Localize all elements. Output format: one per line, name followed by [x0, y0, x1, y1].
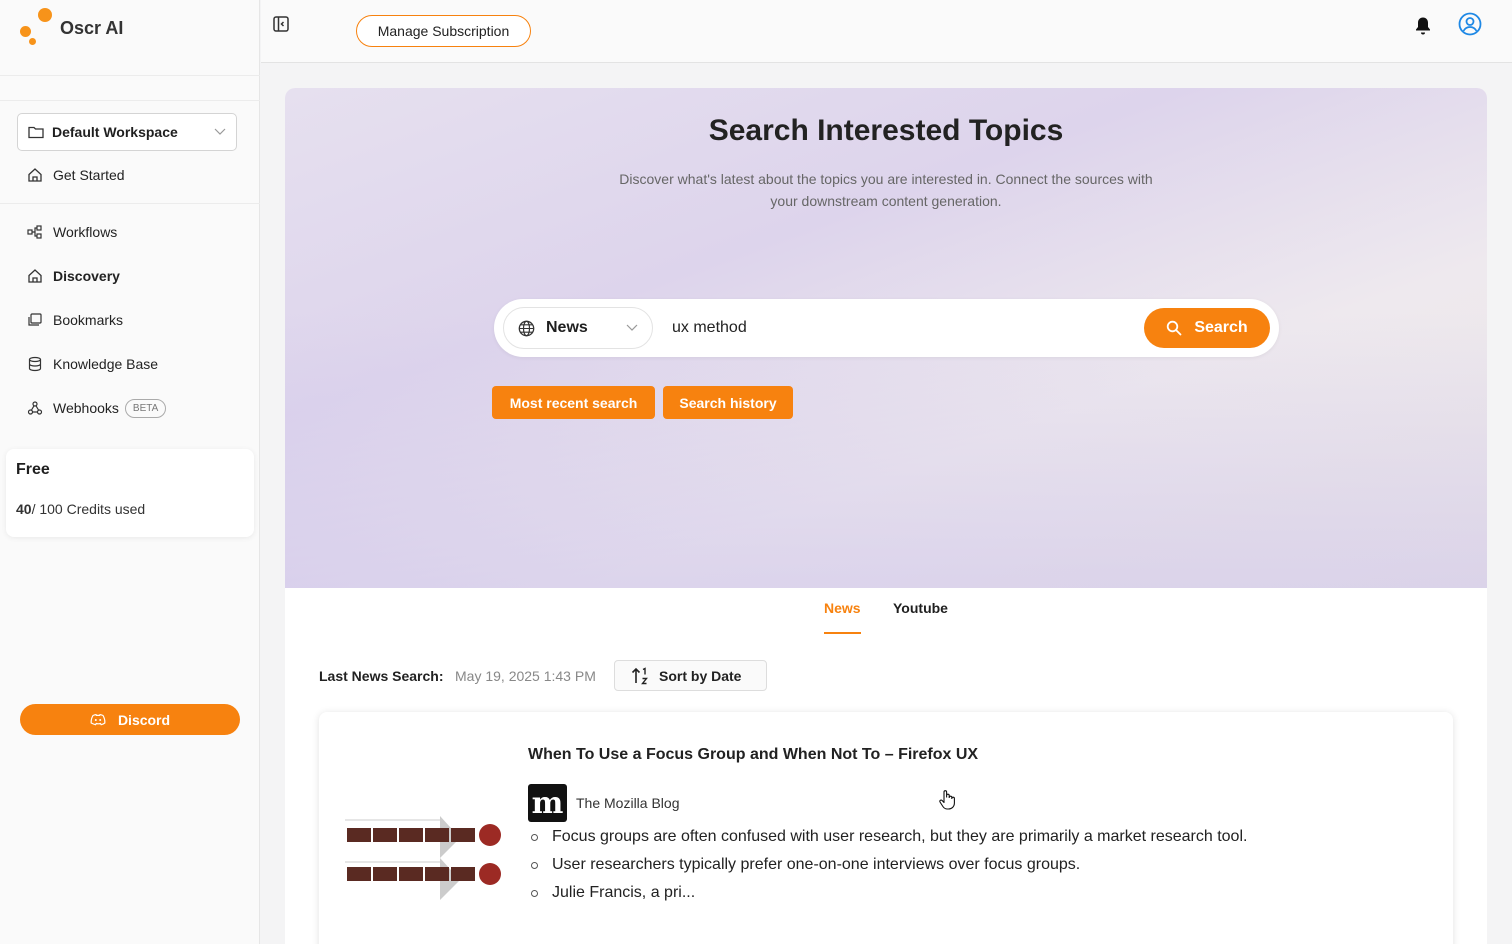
hand-cursor-icon: [939, 790, 955, 810]
credits-text: / 100 Credits used: [31, 501, 146, 517]
article-title[interactable]: When To Use a Focus Group and When Not T…: [528, 746, 978, 764]
search-bar: News Search: [494, 299, 1279, 357]
database-icon: [26, 355, 44, 373]
bullet-icon: [531, 890, 538, 897]
discord-label: Discord: [117, 711, 171, 728]
home-icon: [26, 166, 44, 184]
sort-by-date-button[interactable]: Sort by Date: [614, 660, 767, 691]
folder-icon: [28, 126, 44, 139]
app-name: Oscr AI: [60, 17, 124, 38]
credits-usage: 40/ 100 Credits used: [16, 501, 145, 517]
sidebar-item-webhooks[interactable]: Webhooks BETA: [26, 394, 167, 422]
sidebar-item-label: Discovery: [53, 268, 120, 284]
globe-icon: [518, 320, 535, 337]
beta-badge: BETA: [124, 398, 167, 418]
sidebar-item-bookmarks[interactable]: Bookmarks: [26, 306, 123, 334]
logo-icon: [18, 8, 58, 48]
tab-news[interactable]: News: [824, 600, 861, 634]
sidebar-item-workflows[interactable]: Workflows: [26, 218, 117, 246]
news-result-card[interactable]: When To Use a Focus Group and When Not T…: [319, 712, 1453, 944]
sidebar-item-label: Workflows: [53, 224, 118, 240]
webhook-icon: [26, 399, 44, 417]
sidebar-item-knowledge-base[interactable]: Knowledge Base: [26, 350, 158, 378]
last-search-date: May 19, 2025 1:43 PM: [455, 668, 596, 684]
hero-section: Search Interested Topics Discover what's…: [285, 88, 1487, 588]
page-title: Search Interested Topics: [708, 114, 1064, 147]
sort-icon: [631, 666, 648, 684]
sidebar-item-label: Bookmarks: [53, 312, 124, 328]
chevron-down-icon: [214, 128, 226, 135]
search-button[interactable]: Search: [1144, 308, 1270, 348]
search-icon: [1167, 320, 1182, 336]
article-source: The Mozilla Blog: [576, 795, 680, 811]
divider: [0, 100, 260, 101]
home-icon: [26, 267, 44, 285]
sidebar-item-discovery[interactable]: Discovery: [26, 262, 120, 290]
plan-card: Free 40/ 100 Credits used: [6, 449, 254, 537]
article-thumbnail: [345, 810, 505, 900]
notification-bell-icon[interactable]: [1414, 16, 1432, 36]
sidebar: Oscr AI Default Workspace Get Started Wo…: [0, 0, 260, 944]
discord-icon: [90, 713, 106, 725]
divider: [0, 75, 260, 76]
list-item: Focus groups are often confused with use…: [531, 828, 1247, 856]
source-select[interactable]: News: [503, 307, 653, 349]
summary-text: Focus groups are often confused with use…: [552, 828, 1248, 845]
bullet-icon: [531, 834, 538, 841]
sidebar-item-label: Knowledge Base: [53, 356, 159, 372]
sidebar-item-get-started[interactable]: Get Started: [26, 161, 125, 189]
main-content: Search Interested Topics Discover what's…: [285, 88, 1487, 944]
workspace-select[interactable]: Default Workspace: [17, 113, 237, 151]
search-input[interactable]: [672, 311, 1132, 345]
sidebar-item-label: Webhooks: [53, 400, 119, 416]
mozilla-logo-icon: m: [528, 784, 567, 822]
manage-subscription-button[interactable]: Manage Subscription: [356, 15, 531, 47]
search-button-label: Search: [1194, 319, 1248, 336]
chevron-down-icon: [626, 324, 638, 331]
topbar: Manage Subscription: [261, 0, 1512, 63]
workspace-name: Default Workspace: [52, 124, 178, 140]
tab-youtube[interactable]: Youtube: [893, 600, 948, 634]
sidebar-toggle-icon[interactable]: [271, 14, 291, 34]
sort-label: Sort by Date: [659, 667, 742, 684]
plan-name: Free: [16, 461, 50, 478]
source-value: News: [546, 319, 588, 336]
most-recent-search-button[interactable]: Most recent search: [492, 386, 655, 419]
search-history-button[interactable]: Search history: [663, 386, 793, 419]
page-subtitle: Discover what's latest about the topics …: [619, 171, 1153, 209]
divider: [0, 203, 260, 204]
result-tabs: News Youtube: [285, 600, 1487, 634]
bookmark-icon: [26, 311, 44, 329]
workflow-icon: [26, 223, 44, 241]
discord-button[interactable]: Discord: [20, 704, 240, 735]
article-summary: Focus groups are often confused with use…: [531, 828, 1247, 912]
list-item: Julie Francis, a pri...: [531, 884, 1247, 912]
credits-used: 40: [16, 501, 32, 517]
last-search-label: Last News Search:: [319, 668, 444, 684]
summary-text: Julie Francis, a pri...: [552, 884, 696, 901]
user-profile-icon[interactable]: [1458, 12, 1482, 36]
sidebar-item-label: Get Started: [53, 167, 125, 183]
list-item: User researchers typically prefer one-on…: [531, 856, 1247, 884]
summary-text: User researchers typically prefer one-on…: [552, 856, 1081, 873]
app-logo[interactable]: Oscr AI: [18, 6, 218, 50]
bullet-icon: [531, 862, 538, 869]
